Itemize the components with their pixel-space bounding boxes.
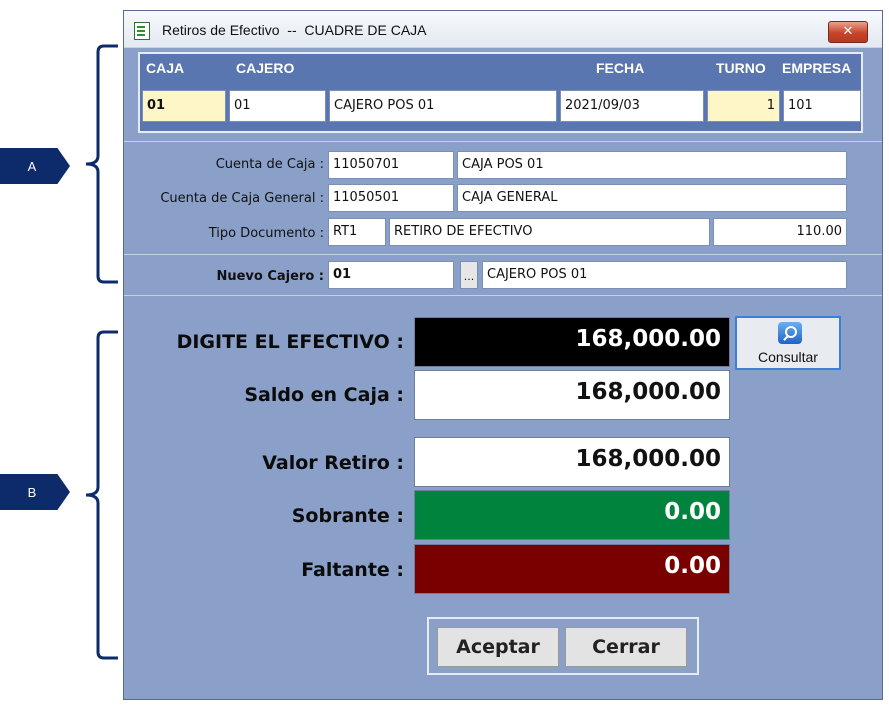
action-buttons: Aceptar Cerrar xyxy=(427,617,699,675)
nuevo-cajero-label: Nuevo Cajero : xyxy=(216,269,324,284)
faltante-value: 0.00 xyxy=(414,544,730,594)
cuenta-caja-name[interactable]: CAJA POS 01 xyxy=(457,151,847,179)
cuenta-caja-general-code[interactable]: 11050501 xyxy=(328,184,454,212)
divider xyxy=(124,141,882,142)
tipo-documento-code[interactable]: RT1 xyxy=(328,218,386,246)
nuevo-cajero-code[interactable]: 01 xyxy=(328,261,454,289)
empresa-field[interactable]: 101 xyxy=(783,90,861,122)
col-cajero: CAJERO xyxy=(236,60,295,76)
digite-efectivo-input[interactable]: 168,000.00 xyxy=(414,317,730,367)
saldo-caja-label: Saldo en Caja : xyxy=(244,384,404,406)
valor-retiro-label: Valor Retiro : xyxy=(262,452,404,474)
divider xyxy=(124,295,882,296)
cuenta-caja-code[interactable]: 11050701 xyxy=(328,151,454,179)
col-empresa: EMPRESA xyxy=(782,60,852,76)
consultar-label: Consultar xyxy=(758,349,818,365)
cajero-name-field[interactable]: CAJERO POS 01 xyxy=(329,90,557,122)
cuenta-caja-general-name[interactable]: CAJA GENERAL xyxy=(457,184,847,212)
annotation-brace-b xyxy=(85,330,118,660)
annotation-b: B xyxy=(0,474,70,510)
col-caja: CAJA xyxy=(146,60,185,76)
valor-retiro-value: 168,000.00 xyxy=(414,437,730,487)
cuenta-caja-general-label: Cuenta de Caja General : xyxy=(160,191,324,206)
consultar-button[interactable]: Consultar xyxy=(735,316,841,370)
app-document-icon xyxy=(134,22,150,40)
col-fecha: FECHA xyxy=(596,60,645,76)
sobrante-label: Sobrante : xyxy=(291,505,404,527)
tipo-documento-name[interactable]: RETIRO DE EFECTIVO xyxy=(389,218,710,246)
fecha-field[interactable]: 2021/09/03 xyxy=(560,90,704,122)
annotation-brace-a xyxy=(85,44,118,284)
tipo-documento-label: Tipo Documento : xyxy=(208,226,324,241)
nuevo-cajero-name[interactable]: CAJERO POS 01 xyxy=(482,261,847,289)
cerrar-button[interactable]: Cerrar xyxy=(565,627,687,667)
tipo-documento-value[interactable]: 110.00 xyxy=(713,218,847,246)
cuenta-caja-label: Cuenta de Caja : xyxy=(215,157,324,172)
faltante-label: Faltante : xyxy=(301,559,404,581)
saldo-caja-value: 168,000.00 xyxy=(414,370,730,420)
nuevo-cajero-browse-button[interactable]: ... xyxy=(460,261,478,289)
digite-efectivo-label: DIGITE EL EFECTIVO : xyxy=(176,331,404,353)
window-title: Retiros de Efectivo -- CUADRE DE CAJA xyxy=(162,22,427,38)
close-button[interactable]: ✕ xyxy=(828,21,868,43)
annotation-a: A xyxy=(0,148,70,184)
search-icon xyxy=(778,322,802,344)
caja-field[interactable]: 01 xyxy=(142,90,226,122)
sobrante-value: 0.00 xyxy=(414,490,730,540)
col-turno: TURNO xyxy=(716,60,766,76)
divider xyxy=(124,254,882,255)
aceptar-button[interactable]: Aceptar xyxy=(437,627,559,667)
title-bar: Retiros de Efectivo -- CUADRE DE CAJA ✕ xyxy=(124,11,882,48)
turno-field[interactable]: 1 xyxy=(707,90,780,122)
retiros-window: Retiros de Efectivo -- CUADRE DE CAJA ✕ … xyxy=(123,10,883,700)
header-panel: CAJA CAJERO FECHA TURNO EMPRESA 01 01 CA… xyxy=(138,52,863,133)
cajero-code-field[interactable]: 01 xyxy=(229,90,326,122)
